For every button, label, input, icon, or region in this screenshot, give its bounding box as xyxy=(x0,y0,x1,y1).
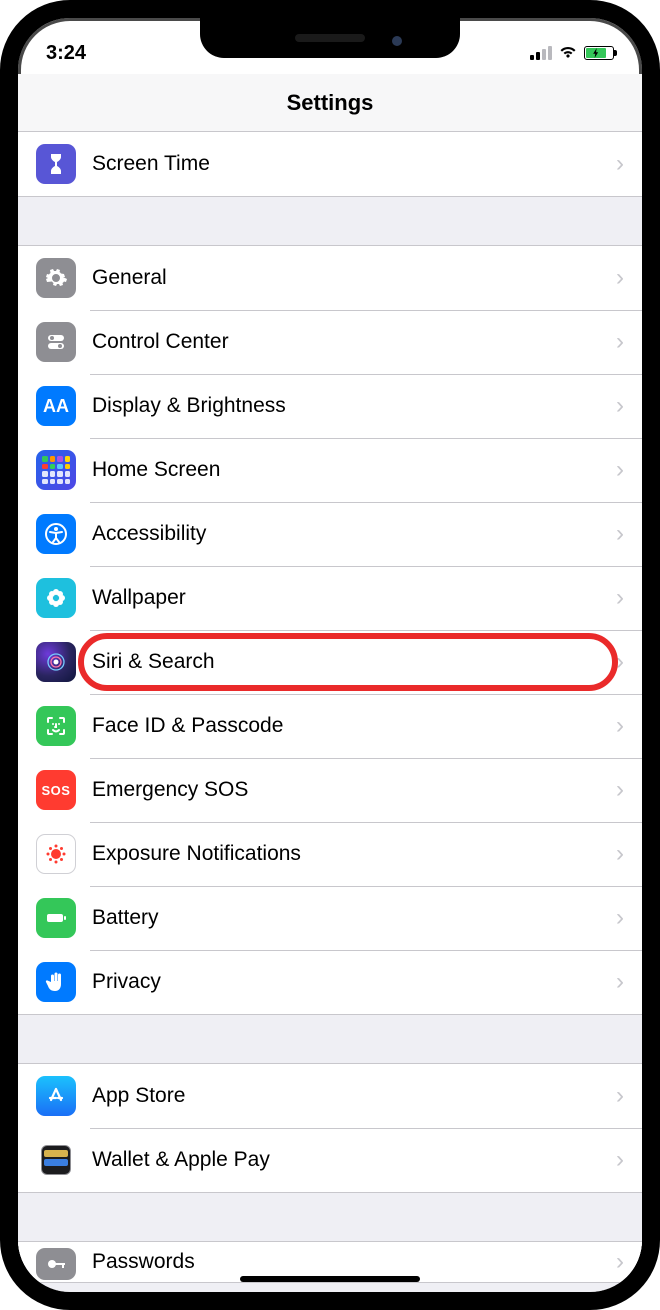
row-face-id-passcode[interactable]: Face ID & Passcode › xyxy=(18,694,642,758)
gear-icon xyxy=(36,258,76,298)
chevron-right-icon: › xyxy=(616,840,624,868)
chevron-right-icon: › xyxy=(616,776,624,804)
faceid-icon xyxy=(36,706,76,746)
accessibility-icon xyxy=(36,514,76,554)
chevron-right-icon: › xyxy=(616,648,624,676)
wifi-icon xyxy=(558,42,578,65)
row-label: Privacy xyxy=(92,970,616,994)
key-icon xyxy=(36,1248,76,1280)
row-label: General xyxy=(92,266,616,290)
chevron-right-icon: › xyxy=(616,904,624,932)
chevron-right-icon: › xyxy=(616,520,624,548)
sos-icon: SOS xyxy=(36,770,76,810)
row-label: Siri & Search xyxy=(92,650,616,674)
chevron-right-icon: › xyxy=(616,584,624,612)
chevron-right-icon: › xyxy=(616,392,624,420)
row-home-screen[interactable]: Home Screen › xyxy=(18,438,642,502)
row-label: Accessibility xyxy=(92,522,616,546)
chevron-right-icon: › xyxy=(616,150,624,178)
status-time: 3:24 xyxy=(46,42,86,65)
settings-section: Screen Time › xyxy=(18,132,642,197)
settings-section: App Store › Wallet & Apple Pay › xyxy=(18,1063,642,1193)
navigation-bar: Settings xyxy=(18,74,642,132)
chevron-right-icon: › xyxy=(616,1146,624,1174)
cellular-signal-icon xyxy=(530,46,552,60)
chevron-right-icon: › xyxy=(616,328,624,356)
row-screen-time[interactable]: Screen Time › xyxy=(18,132,642,196)
row-label: Exposure Notifications xyxy=(92,842,616,866)
row-app-store[interactable]: App Store › xyxy=(18,1064,642,1128)
iphone-frame: 3:24 Settings Screen Time › xyxy=(0,0,660,1310)
chevron-right-icon: › xyxy=(616,1248,624,1276)
row-wallet-apple-pay[interactable]: Wallet & Apple Pay › xyxy=(18,1128,642,1192)
battery-icon xyxy=(36,898,76,938)
row-display-brightness[interactable]: AA Display & Brightness › xyxy=(18,374,642,438)
row-accessibility[interactable]: Accessibility › xyxy=(18,502,642,566)
row-battery[interactable]: Battery › xyxy=(18,886,642,950)
row-emergency-sos[interactable]: SOS Emergency SOS › xyxy=(18,758,642,822)
row-wallpaper[interactable]: Wallpaper › xyxy=(18,566,642,630)
row-label: Face ID & Passcode xyxy=(92,714,616,738)
siri-icon xyxy=(36,642,76,682)
row-label: Wallpaper xyxy=(92,586,616,610)
flower-icon xyxy=(36,578,76,618)
row-control-center[interactable]: Control Center › xyxy=(18,310,642,374)
chevron-right-icon: › xyxy=(616,1082,624,1110)
home-indicator[interactable] xyxy=(240,1276,420,1282)
row-label: Home Screen xyxy=(92,458,616,482)
status-indicators xyxy=(530,42,614,65)
device-notch xyxy=(200,18,460,58)
switches-icon xyxy=(36,322,76,362)
exposure-icon xyxy=(36,834,76,874)
wallet-icon xyxy=(36,1140,76,1180)
chevron-right-icon: › xyxy=(616,712,624,740)
hourglass-icon xyxy=(36,144,76,184)
appstore-icon xyxy=(36,1076,76,1116)
page-title: Settings xyxy=(287,90,374,116)
row-privacy[interactable]: Privacy › xyxy=(18,950,642,1014)
chevron-right-icon: › xyxy=(616,264,624,292)
hand-icon xyxy=(36,962,76,1002)
row-exposure-notifications[interactable]: Exposure Notifications › xyxy=(18,822,642,886)
row-label: Control Center xyxy=(92,330,616,354)
row-label: Passwords xyxy=(92,1250,616,1274)
settings-section: General › Control Center › AA Display & … xyxy=(18,245,642,1015)
apps-grid-icon xyxy=(36,450,76,490)
row-label: Screen Time xyxy=(92,152,616,176)
row-general[interactable]: General › xyxy=(18,246,642,310)
row-label: Emergency SOS xyxy=(92,778,616,802)
text-size-icon: AA xyxy=(36,386,76,426)
settings-list[interactable]: Screen Time › General › Control Center › xyxy=(18,132,642,1292)
row-label: Battery xyxy=(92,906,616,930)
chevron-right-icon: › xyxy=(616,456,624,484)
chevron-right-icon: › xyxy=(616,968,624,996)
battery-charging-icon xyxy=(584,46,614,60)
row-label: Display & Brightness xyxy=(92,394,616,418)
row-label: Wallet & Apple Pay xyxy=(92,1148,616,1172)
row-siri-search[interactable]: Siri & Search › xyxy=(18,630,642,694)
row-label: App Store xyxy=(92,1084,616,1108)
